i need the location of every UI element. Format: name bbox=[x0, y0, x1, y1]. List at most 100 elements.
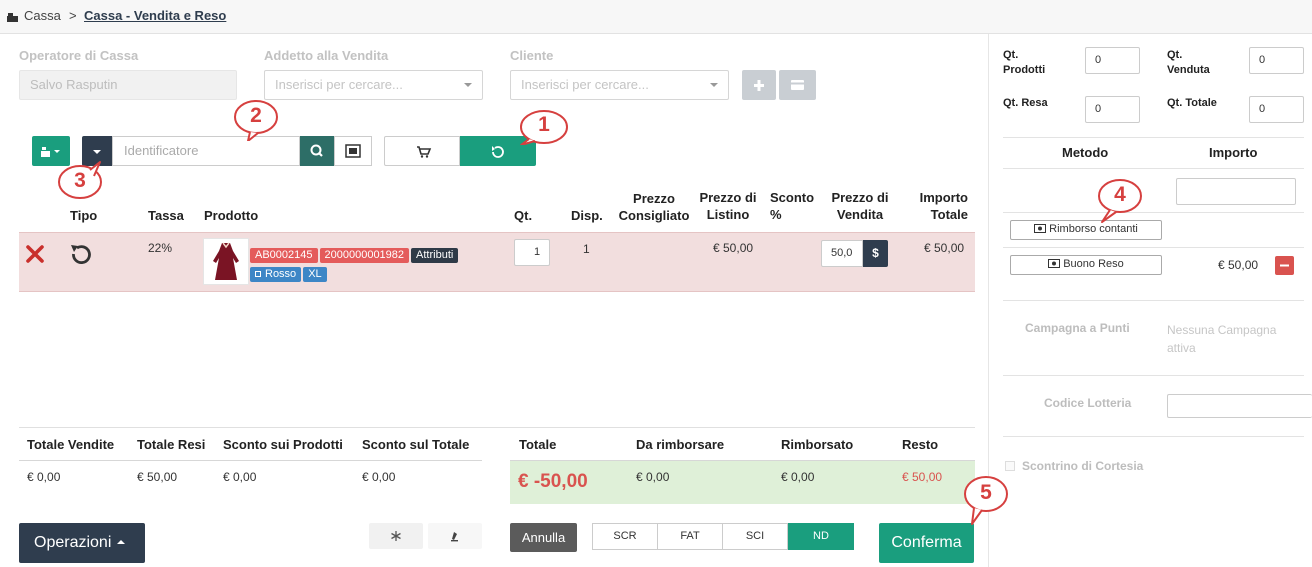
annulla-button[interactable]: Annulla bbox=[510, 523, 577, 552]
payments-top-divider bbox=[1003, 137, 1304, 138]
operator-label: Operatore di Cassa bbox=[19, 48, 139, 63]
minus-icon bbox=[1280, 264, 1289, 267]
color-badge: Rosso bbox=[250, 267, 302, 282]
attributes-badge[interactable]: Attributi bbox=[411, 248, 459, 263]
qt-venduta-field[interactable]: 0 bbox=[1249, 47, 1304, 74]
remove-row-icon[interactable] bbox=[25, 244, 45, 264]
scontrino-checkbox[interactable] bbox=[1005, 461, 1015, 471]
return-type-icon bbox=[69, 241, 93, 265]
product-image[interactable] bbox=[203, 238, 249, 285]
color-value: Rosso bbox=[265, 268, 297, 280]
eraser-icon bbox=[451, 532, 458, 542]
rimborsato-label: Rimborsato bbox=[781, 437, 854, 452]
product-code-badge: AB0002145 bbox=[250, 248, 318, 263]
seller-label: Addetto alla Vendita bbox=[264, 48, 389, 63]
qt-totale-field[interactable]: 0 bbox=[1249, 96, 1304, 123]
product-badges: AB0002145 2000000001982 Attributi bbox=[250, 245, 490, 263]
breadcrumb-root[interactable]: Cassa bbox=[24, 8, 61, 23]
payment-row-divider-1 bbox=[1003, 212, 1304, 213]
operazioni-label: Operazioni bbox=[34, 534, 112, 551]
seller-select[interactable]: Inserisci per cercare... bbox=[264, 70, 483, 100]
buono-reso-button[interactable]: Buono Reso bbox=[1010, 255, 1162, 275]
doc-type-sci[interactable]: SCI bbox=[723, 523, 788, 550]
payment-amount-input[interactable] bbox=[1176, 178, 1296, 205]
lotteria-divider bbox=[1003, 436, 1304, 437]
quantity-input[interactable]: 1 bbox=[514, 239, 550, 266]
buono-reso-amount: € 50,00 bbox=[1218, 258, 1259, 272]
qt-prodotti-label: Qt. Prodotti bbox=[1003, 49, 1046, 76]
sconto-prodotti-value: € 0,00 bbox=[223, 470, 257, 484]
search-button[interactable] bbox=[300, 136, 334, 166]
doc-type-fat[interactable]: FAT bbox=[658, 523, 723, 550]
callout-1-text: 1 bbox=[538, 113, 550, 136]
campagna-value: Nessuna Campagna attiva bbox=[1167, 323, 1277, 355]
campagna-label: Campagna a Punti bbox=[1025, 321, 1130, 335]
col-tipo: Tipo bbox=[70, 208, 98, 223]
money-icon bbox=[1034, 224, 1047, 233]
sale-price-input[interactable]: 50,0 bbox=[821, 240, 863, 267]
sconto-totale-value: € 0,00 bbox=[362, 470, 396, 484]
totals-top-divider bbox=[19, 427, 975, 428]
totale-value: € -50,00 bbox=[518, 471, 588, 492]
sale-mode-button[interactable] bbox=[384, 136, 460, 166]
scontrino-label: Scontrino di Cortesia bbox=[1022, 459, 1144, 473]
col-importo-totale: Importo Totale bbox=[919, 190, 968, 222]
attribute-badges: Rosso XL bbox=[250, 264, 490, 282]
customer-select[interactable]: Inserisci per cercare... bbox=[510, 70, 729, 100]
col-prezzo-listino: Prezzo di Listino bbox=[699, 190, 757, 222]
totals-left-divider bbox=[19, 460, 482, 461]
eraser-button[interactable] bbox=[428, 523, 482, 549]
plus-icon bbox=[754, 80, 764, 91]
doc-type-nd[interactable]: ND bbox=[788, 523, 854, 550]
doc-type-scr[interactable]: SCR bbox=[592, 523, 658, 550]
barcode-scan-button[interactable] bbox=[334, 136, 372, 166]
sconto-totale-label: Sconto sul Totale bbox=[362, 437, 470, 452]
cash-register-icon bbox=[7, 9, 18, 22]
snowflake-button[interactable] bbox=[369, 523, 423, 549]
row-prezzo-listino: € 50,00 bbox=[713, 241, 754, 255]
buono-reso-label: Buono Reso bbox=[1063, 258, 1124, 270]
totale-resi-label: Totale Resi bbox=[137, 437, 206, 452]
col-disp: Disp. bbox=[571, 208, 603, 223]
metodo-header: Metodo bbox=[1062, 145, 1109, 160]
remove-payment-button[interactable] bbox=[1275, 256, 1294, 275]
qt-totale-label: Qt. Totale bbox=[1167, 97, 1217, 109]
add-customer-button[interactable] bbox=[742, 70, 776, 100]
currency-button[interactable]: $ bbox=[863, 240, 888, 267]
rimborso-contanti-label: Rimborso contanti bbox=[1049, 223, 1138, 235]
square-icon bbox=[255, 271, 261, 277]
row-disp: 1 bbox=[583, 242, 590, 256]
callout-5-text: 5 bbox=[980, 481, 992, 504]
da-rimborsare-value: € 0,00 bbox=[636, 470, 670, 484]
callout-4-text: 4 bbox=[1114, 183, 1126, 206]
operator-field: Salvo Rasputin bbox=[19, 70, 237, 100]
caret-up-icon bbox=[116, 540, 125, 544]
sconto-prodotti-label: Sconto sui Prodotti bbox=[223, 437, 343, 452]
col-sconto: Sconto % bbox=[770, 190, 815, 222]
callout-4: 4 bbox=[1094, 178, 1144, 224]
col-prezzo-consigliato: Prezzo Consigliato bbox=[618, 191, 690, 223]
lotteria-input[interactable] bbox=[1167, 394, 1312, 418]
row-importo-totale: € 50,00 bbox=[924, 241, 965, 255]
callout-2-text: 2 bbox=[250, 104, 262, 127]
breadcrumb-current[interactable]: Cassa - Vendita e Reso bbox=[84, 8, 226, 23]
qt-resa-field[interactable]: 0 bbox=[1085, 96, 1140, 123]
row-tassa: 22% bbox=[148, 241, 173, 255]
money-icon bbox=[1048, 259, 1061, 268]
doc-type-group: SCR FAT SCI ND bbox=[592, 523, 854, 550]
customer-card-button[interactable] bbox=[779, 70, 816, 100]
barcode-icon bbox=[345, 144, 361, 158]
conferma-button[interactable]: Conferma bbox=[879, 523, 974, 563]
customer-label: Cliente bbox=[510, 48, 554, 63]
resto-label: Resto bbox=[902, 437, 939, 452]
barcode-badge: 2000000001982 bbox=[319, 248, 410, 263]
qt-venduta-label: Qt. Venduta bbox=[1167, 49, 1210, 76]
resto-value: € 50,00 bbox=[902, 470, 943, 484]
lotteria-label: Codice Lotteria bbox=[1044, 396, 1132, 410]
payments-header-divider bbox=[1003, 168, 1304, 169]
col-qt: Qt. bbox=[514, 208, 533, 223]
snowflake-icon bbox=[391, 531, 401, 541]
operazioni-button[interactable]: Operazioni bbox=[19, 523, 145, 563]
qt-resa-label: Qt. Resa bbox=[1003, 97, 1048, 109]
qt-prodotti-field[interactable]: 0 bbox=[1085, 47, 1140, 74]
